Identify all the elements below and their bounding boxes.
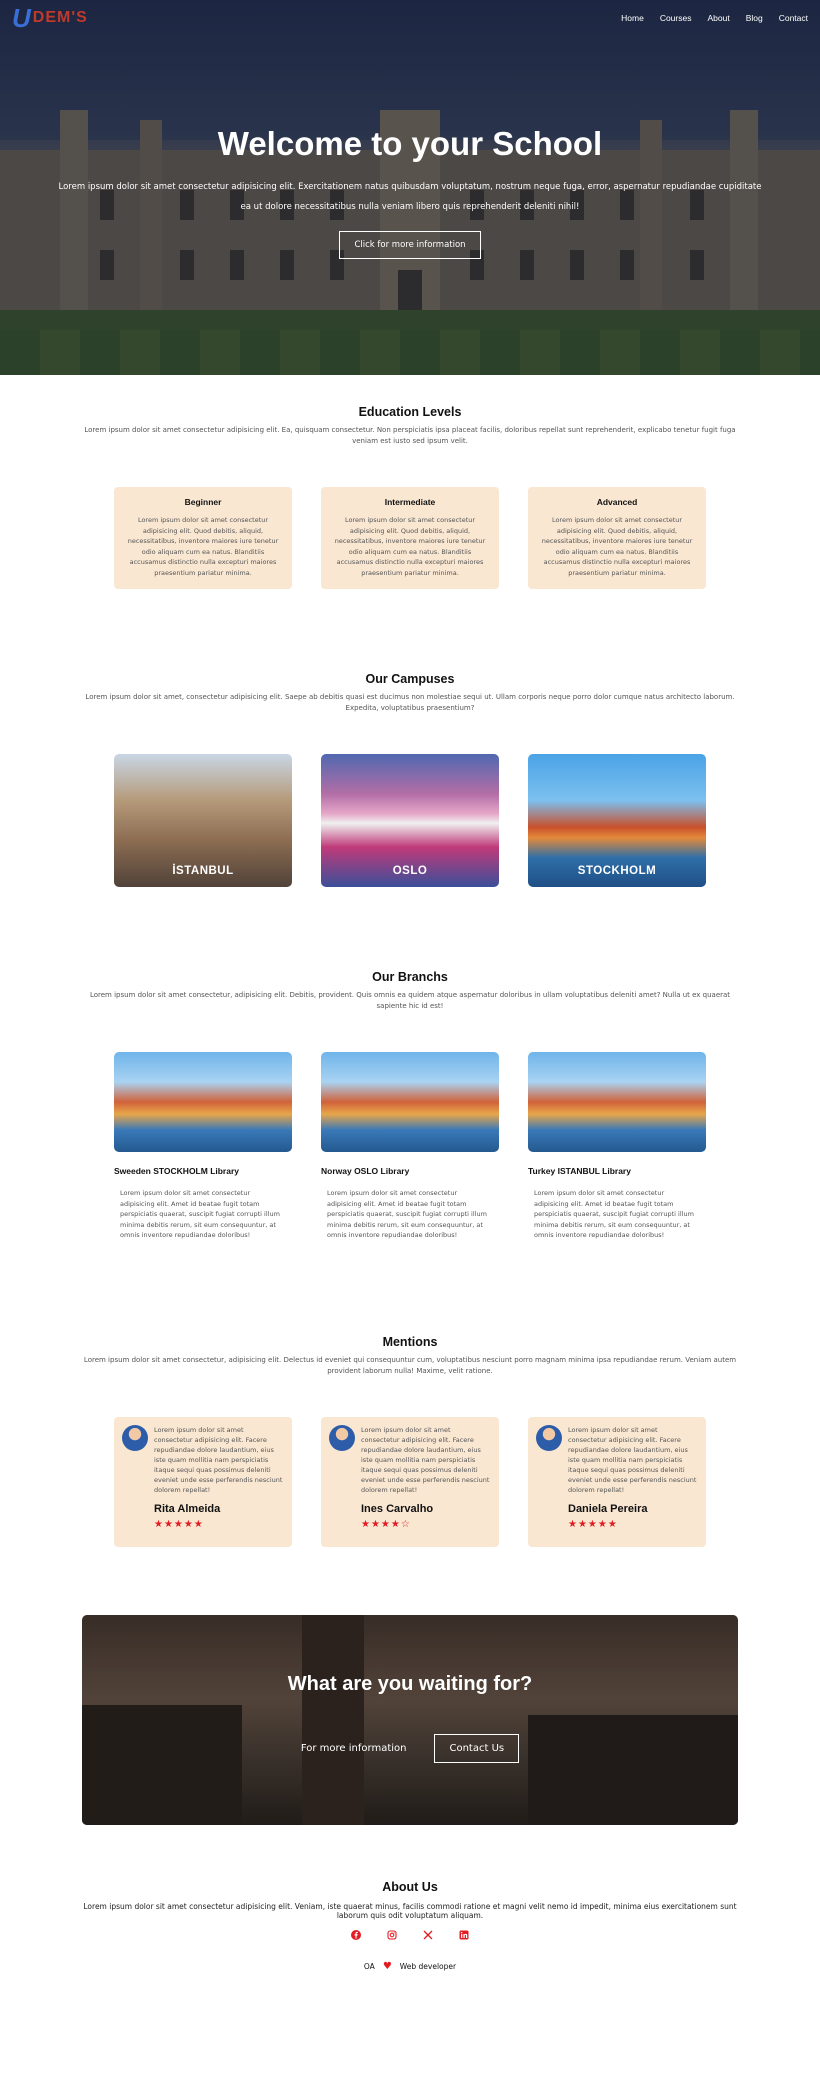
campus-label: İSTANBUL [172, 865, 234, 877]
campus-card-oslo[interactable]: OSLO [321, 754, 499, 887]
credit-role: Web developer [399, 1962, 457, 1971]
nav-links: Home Courses About Blog Contact [621, 13, 808, 23]
star-rating: ★★★★★ [568, 1519, 618, 1530]
mentions-section: Mentions Lorem ipsum dolor sit amet cons… [0, 1335, 820, 1615]
avatar [536, 1425, 562, 1451]
top-nav: U DEM'S Home Courses About Blog Contact [0, 0, 820, 36]
hero-title: Welcome to your School [217, 125, 603, 162]
branch-text: Lorem ipsum dolor sit amet consectetur a… [120, 1189, 280, 1239]
more-info-link[interactable]: For more information [301, 1743, 407, 1754]
mention-cards: Lorem ipsum dolor sit amet consectetur a… [0, 1417, 820, 1547]
star-rating: ★★★★★ [154, 1519, 204, 1530]
level-text: Lorem ipsum dolor sit amet consectetur a… [334, 516, 486, 577]
heart-icon: ♥ [382, 1961, 392, 1972]
branch-text: Lorem ipsum dolor sit amet consectetur a… [327, 1189, 487, 1239]
logo-mark: U [12, 2, 32, 33]
mention-card: Lorem ipsum dolor sit amet consectetur a… [528, 1417, 706, 1547]
branch-card-istanbul: Turkey ISTANBUL Library Lorem ipsum dolo… [528, 1052, 706, 1241]
facebook-icon[interactable] [351, 1930, 361, 1943]
nav-home[interactable]: Home [621, 13, 644, 23]
campus-cards: İSTANBUL OSLO STOCKHOLM [0, 754, 820, 887]
mention-name: Ines Carvalho [361, 1503, 434, 1515]
education-levels-section: Education Levels Lorem ipsum dolor sit a… [0, 375, 820, 670]
credit-author: OA [363, 1962, 375, 1971]
branch-image [114, 1052, 292, 1152]
mention-text: Lorem ipsum dolor sit amet consectetur a… [361, 1426, 490, 1494]
mention-name: Daniela Pereira [568, 1503, 648, 1515]
campus-label: STOCKHOLM [577, 865, 657, 877]
branchs-section: Our Branchs Lorem ipsum dolor sit amet c… [0, 970, 820, 1335]
cta-title: What are you waiting for? [287, 1673, 533, 1695]
level-card-advanced: Advanced Lorem ipsum dolor sit amet cons… [528, 487, 706, 589]
branch-image [321, 1052, 499, 1152]
level-card-beginner: Beginner Lorem ipsum dolor sit amet cons… [114, 487, 292, 589]
branch-text: Lorem ipsum dolor sit amet consectetur a… [534, 1189, 694, 1239]
branch-title: Norway OSLO Library [321, 1166, 410, 1176]
branch-title: Sweeden STOCKHOLM Library [114, 1166, 240, 1176]
level-text: Lorem ipsum dolor sit amet consectetur a… [541, 516, 693, 577]
section-title: Our Branchs [372, 970, 448, 984]
cta-banner: What are you waiting for? For more infor… [82, 1615, 738, 1825]
branch-image [528, 1052, 706, 1152]
section-text: Lorem ipsum dolor sit amet consectetur, … [89, 991, 731, 1010]
mention-text: Lorem ipsum dolor sit amet consectetur a… [568, 1426, 697, 1494]
campuses-section: Our Campuses Lorem ipsum dolor sit amet,… [0, 670, 820, 970]
campus-label: OSLO [392, 865, 428, 877]
about-section: About Us Lorem ipsum dolor sit amet cons… [0, 1880, 820, 1972]
branch-cards: Sweeden STOCKHOLM Library Lorem ipsum do… [0, 1052, 820, 1241]
campus-card-istanbul[interactable]: İSTANBUL [114, 754, 292, 887]
avatar [329, 1425, 355, 1451]
nav-courses[interactable]: Courses [660, 13, 692, 23]
mention-body: Lorem ipsum dolor sit amet consectetur a… [361, 1425, 491, 1539]
mention-card: Lorem ipsum dolor sit amet consectetur a… [114, 1417, 292, 1547]
star-rating: ★★★★☆ [361, 1519, 411, 1530]
section-title: Mentions [382, 1335, 438, 1349]
hero: U DEM'S Home Courses About Blog Contact … [0, 0, 820, 375]
mention-card: Lorem ipsum dolor sit amet consectetur a… [321, 1417, 499, 1547]
about-text: Lorem ipsum dolor sit amet consectetur a… [83, 1902, 737, 1920]
campus-card-stockholm[interactable]: STOCKHOLM [528, 754, 706, 887]
site-logo[interactable]: U DEM'S [12, 3, 88, 34]
logo-text: DEM'S [32, 9, 88, 26]
mention-name: Rita Almeida [154, 1503, 221, 1515]
section-text: Lorem ipsum dolor sit amet, consectetur … [85, 693, 735, 712]
mention-body: Lorem ipsum dolor sit amet consectetur a… [568, 1425, 698, 1539]
cta-section: What are you waiting for? For more infor… [0, 1615, 820, 1880]
section-text: Lorem ipsum dolor sit amet consectetur, … [83, 1356, 737, 1375]
section-title: Our Campuses [365, 672, 455, 686]
section-title: About Us [382, 1880, 438, 1894]
branch-card-stockholm: Sweeden STOCKHOLM Library Lorem ipsum do… [114, 1052, 292, 1241]
linkedin-icon[interactable] [459, 1930, 469, 1943]
levels-cards: Beginner Lorem ipsum dolor sit amet cons… [0, 487, 820, 589]
section-text: Lorem ipsum dolor sit amet consectetur a… [84, 426, 736, 445]
level-text: Lorem ipsum dolor sit amet consectetur a… [127, 516, 279, 577]
x-icon[interactable] [423, 1930, 433, 1943]
level-title: Intermediate [384, 497, 436, 507]
mention-body: Lorem ipsum dolor sit amet consectetur a… [154, 1425, 284, 1539]
nav-about[interactable]: About [707, 13, 729, 23]
section-title: Education Levels [358, 405, 462, 419]
nav-blog[interactable]: Blog [746, 13, 763, 23]
instagram-icon[interactable] [387, 1930, 397, 1943]
contact-us-button[interactable]: Contact Us [434, 1734, 520, 1763]
footer-credit: OA ♥ Web developer [0, 1961, 820, 1972]
mention-text: Lorem ipsum dolor sit amet consectetur a… [154, 1426, 283, 1494]
cta-actions: For more information Contact Us [82, 1734, 738, 1763]
cta-content: What are you waiting for? For more infor… [82, 1615, 738, 1825]
level-title: Beginner [184, 497, 222, 507]
level-title: Advanced [596, 497, 638, 507]
hero-content: Welcome to your School Lorem ipsum dolor… [0, 125, 820, 259]
nav-contact[interactable]: Contact [779, 13, 808, 23]
level-card-intermediate: Intermediate Lorem ipsum dolor sit amet … [321, 487, 499, 589]
more-info-button[interactable]: Click for more information [339, 231, 481, 259]
avatar [122, 1425, 148, 1451]
branch-title: Turkey ISTANBUL Library [528, 1166, 631, 1176]
hero-text: Lorem ipsum dolor sit amet consectetur a… [58, 182, 762, 212]
social-links [0, 1930, 820, 1943]
branch-card-oslo: Norway OSLO Library Lorem ipsum dolor si… [321, 1052, 499, 1241]
